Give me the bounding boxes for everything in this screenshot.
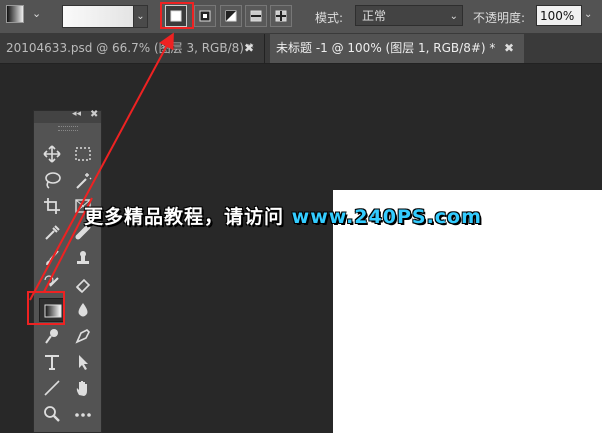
watermark-url: www.240PS.com xyxy=(291,206,482,228)
watermark-text: 更多精品教程，请访问 www.240PS.com xyxy=(84,202,482,229)
arrow-line xyxy=(29,32,174,301)
watermark-prefix: 更多精品教程，请访问 xyxy=(84,206,285,228)
